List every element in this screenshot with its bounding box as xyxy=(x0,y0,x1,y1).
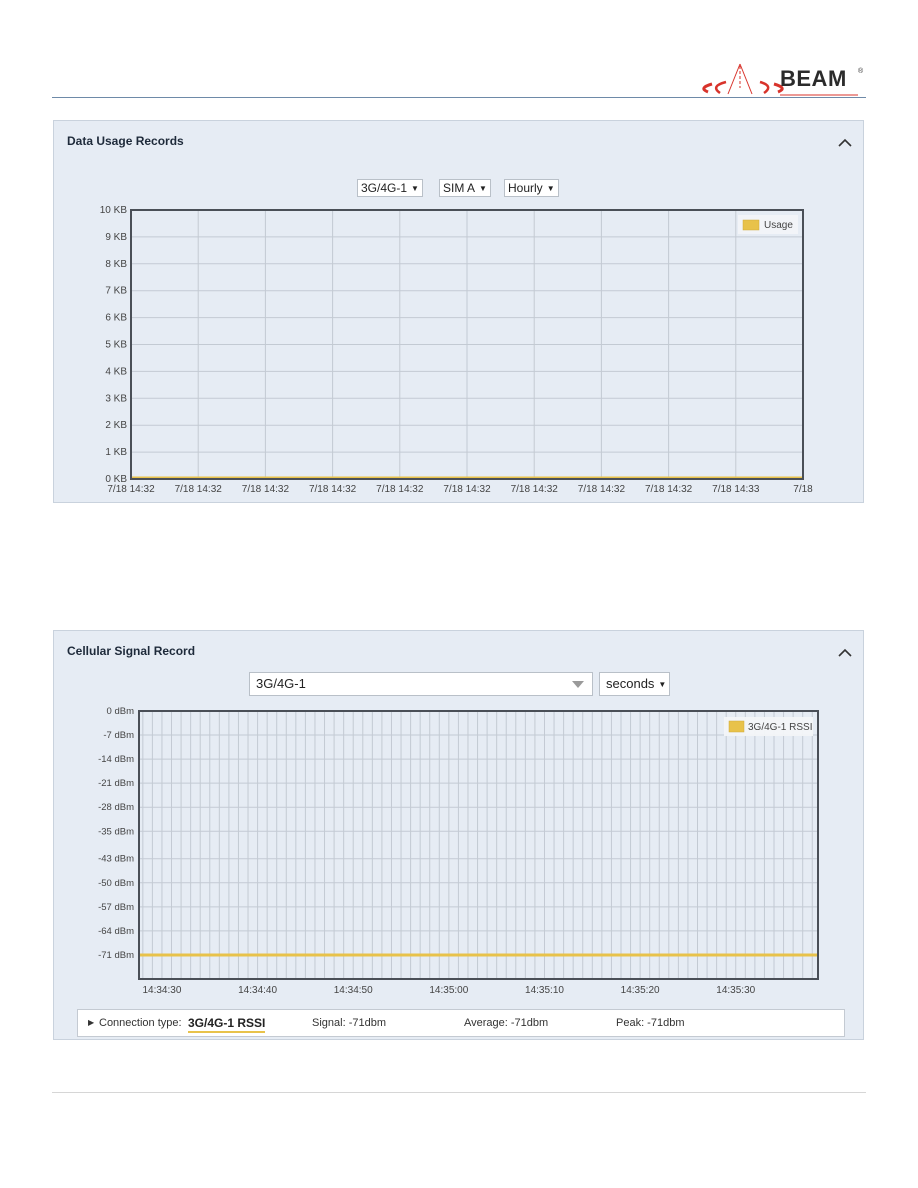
x-tick-label: 14:35:20 xyxy=(621,985,660,996)
connection-type-label: Connection type: xyxy=(99,1017,182,1029)
legend-swatch-usage xyxy=(742,219,760,231)
x-tick-label: 7/18 14:32 xyxy=(242,484,290,495)
x-tick-label: 7/18 14:32 xyxy=(443,484,491,495)
y-tick-label: -35 dBm xyxy=(98,826,134,837)
x-tick-label: 7/18 14:32 xyxy=(645,484,693,495)
x-tick-label: 7/18 14:32 xyxy=(511,484,559,495)
y-tick-label: 3 KB xyxy=(105,393,127,404)
footer-divider xyxy=(52,1092,866,1093)
y-tick-label: 2 KB xyxy=(105,420,127,431)
y-tick-label: 6 KB xyxy=(105,313,127,324)
chart-legend: 3G/4G-1 RSSI xyxy=(724,717,813,736)
signal-info-bar: ▶ Connection type: 3G/4G-1 RSSI Signal: … xyxy=(77,1009,845,1037)
usage-chart: 0 KB1 KB2 KB3 KB4 KB5 KB6 KB7 KB8 KB9 KB… xyxy=(100,205,813,495)
y-tick-label: -7 dBm xyxy=(103,730,134,741)
y-tick-label: -57 dBm xyxy=(98,902,134,913)
x-tick-label: 7/18 xyxy=(793,484,813,495)
x-tick-label: 14:34:50 xyxy=(334,985,373,996)
y-tick-label: -14 dBm xyxy=(98,754,134,765)
x-tick-label: 14:35:00 xyxy=(429,985,468,996)
y-tick-label: 7 KB xyxy=(105,286,127,297)
signal-chart: 0 dBm -7 dBm -14 dBm -21 dBm -28 dBm -35 dBm -… xyxy=(98,706,819,996)
y-tick-label: -50 dBm xyxy=(98,878,134,889)
legend-swatch-rssi xyxy=(728,720,745,733)
y-tick-label: 0 dBm xyxy=(107,706,135,717)
x-tick-label: 7/18 14:32 xyxy=(578,484,626,495)
y-tick-label: 5 KB xyxy=(105,340,127,351)
legend-label-rssi: 3G/4G-1 RSSI xyxy=(748,722,812,733)
cellular-signal-panel: Cellular Signal Record 3G/4G-1 seconds ▼ … xyxy=(53,630,864,1040)
data-usage-panel: Data Usage Records 3G/4G-1 ▼ SIM A ▼ Hourl… xyxy=(53,120,864,503)
legend-label-usage: Usage xyxy=(764,220,793,231)
x-tick-label: 7/18 14:32 xyxy=(376,484,424,495)
y-tick-label: 4 KB xyxy=(105,366,127,377)
x-tick-label: 7/18 14:32 xyxy=(309,484,357,495)
header-divider xyxy=(52,97,866,98)
x-tick-label: 14:34:40 xyxy=(238,985,277,996)
x-tick-label: 14:35:30 xyxy=(716,985,755,996)
y-tick-label: 9 KB xyxy=(105,232,127,243)
x-tick-label: 14:34:30 xyxy=(142,985,181,996)
y-tick-label: -71 dBm xyxy=(98,950,134,961)
x-tick-label: 7/18 14:33 xyxy=(712,484,760,495)
chart-legend: Usage xyxy=(738,215,798,234)
y-tick-label: 10 KB xyxy=(100,205,128,216)
y-tick-label: -21 dBm xyxy=(98,778,134,789)
signal-value: Signal: -71dbm xyxy=(312,1017,386,1029)
connection-type-value: 3G/4G-1 RSSI xyxy=(188,1016,266,1033)
y-tick-label: 1 KB xyxy=(105,447,127,458)
y-tick-label: -43 dBm xyxy=(98,854,134,865)
expand-toggle[interactable]: ▶ xyxy=(88,1018,94,1027)
registered-mark: ® xyxy=(858,68,864,75)
brand-name: BEAM xyxy=(780,66,847,91)
x-tick-label: 7/18 14:32 xyxy=(175,484,223,495)
x-tick-label: 14:35:10 xyxy=(525,985,564,996)
average-value: Average: -71dbm xyxy=(464,1017,549,1029)
y-tick-label: -64 dBm xyxy=(98,926,134,937)
x-tick-label: 7/18 14:32 xyxy=(107,484,155,495)
y-tick-label: 8 KB xyxy=(105,259,127,270)
peak-value: Peak: -71dbm xyxy=(616,1017,685,1029)
y-tick-label: -28 dBm xyxy=(98,802,134,813)
